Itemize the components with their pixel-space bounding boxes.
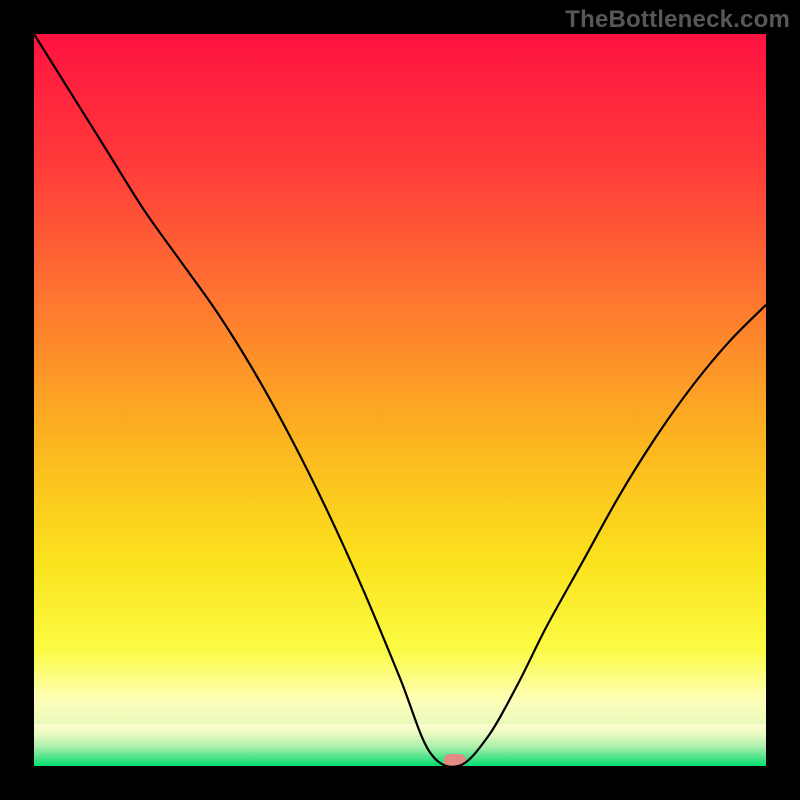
watermark-text: TheBottleneck.com xyxy=(565,6,790,34)
gradient-background xyxy=(34,34,766,766)
plot-area xyxy=(34,34,766,766)
bottom-band xyxy=(34,724,766,766)
chart-frame: TheBottleneck.com xyxy=(0,0,800,800)
chart-svg xyxy=(34,34,766,766)
